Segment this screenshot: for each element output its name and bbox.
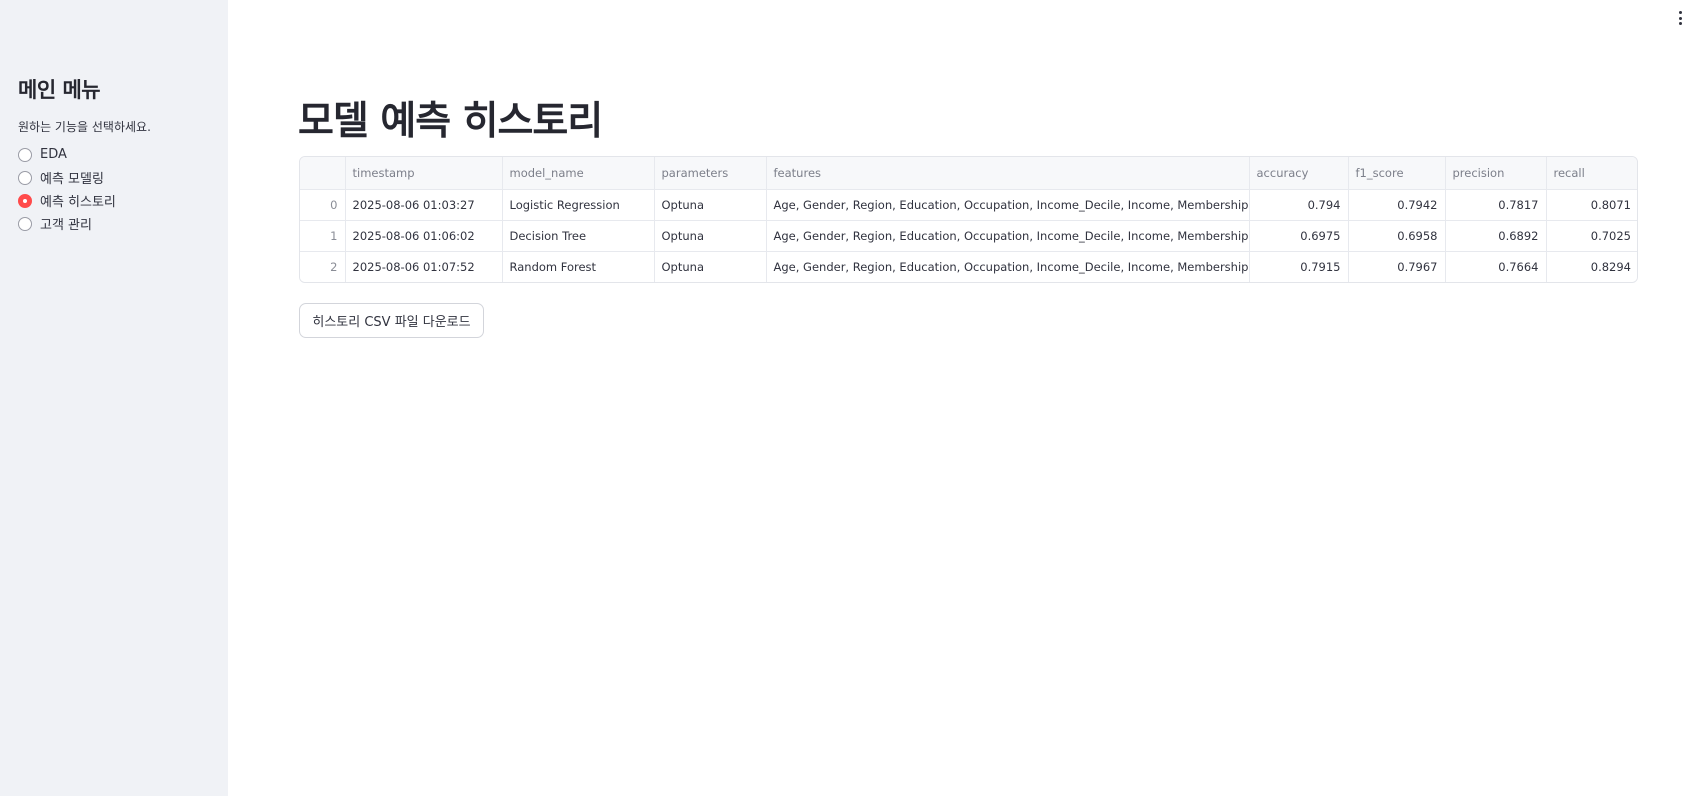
dot — [1678, 16, 1682, 20]
column-header-accuracy[interactable]: accuracy — [1249, 157, 1349, 190]
cell-timestamp[interactable]: 2025-08-06 01:06:02 — [345, 220, 503, 252]
row-index[interactable]: 2 — [300, 251, 346, 282]
cell-parameters[interactable]: Optuna — [654, 251, 767, 282]
dot — [1678, 22, 1682, 25]
table-row: 1 2025-08-06 01:06:02 Decision Tree Optu… — [300, 220, 1637, 252]
column-header-recall[interactable]: recall — [1546, 157, 1637, 190]
radio-label: 예측 히스토리 — [40, 195, 116, 210]
row-index[interactable]: 1 — [300, 220, 346, 252]
cell-timestamp[interactable]: 2025-08-06 01:07:52 — [345, 251, 503, 282]
radio-button[interactable] — [18, 216, 32, 231]
cell-recall[interactable]: 0.8071 — [1546, 189, 1637, 221]
cell-features[interactable]: Age, Gender, Region, Education, Occupati… — [766, 189, 1250, 221]
dot — [1678, 11, 1682, 14]
history-table: timestamp model_name parameters features… — [299, 156, 1638, 283]
radio-label: 고객 관리 — [40, 218, 92, 233]
column-header-f1-score[interactable]: f1_score — [1348, 157, 1446, 190]
download-csv-button[interactable]: 히스토리 CSV 파일 다운로드 — [299, 303, 484, 338]
cell-model-name[interactable]: Random Forest — [502, 251, 655, 282]
cell-model-name[interactable]: Decision Tree — [502, 220, 655, 252]
column-header-index[interactable] — [300, 157, 346, 190]
cell-precision[interactable]: 0.7817 — [1445, 189, 1547, 221]
radio-option-modeling[interactable]: 예측 모델링 — [18, 166, 116, 189]
sidebar-title: 메인 메뉴 — [18, 78, 101, 102]
cell-parameters[interactable]: Optuna — [654, 189, 767, 221]
page-title: 모델 예측 히스토리 — [298, 99, 603, 144]
menu-radio-group: EDA 예측 모델링 예측 히스토리 고객 관리 — [18, 143, 116, 235]
cell-timestamp[interactable]: 2025-08-06 01:03:27 — [345, 189, 503, 221]
column-header-parameters[interactable]: parameters — [654, 157, 767, 190]
cell-features[interactable]: Age, Gender, Region, Education, Occupati… — [766, 220, 1250, 252]
radio-option-history[interactable]: 예측 히스토리 — [18, 189, 116, 212]
sidebar-prompt: 원하는 기능을 선택하세요. — [18, 120, 151, 134]
cell-f1-score[interactable]: 0.7942 — [1348, 189, 1446, 221]
column-header-timestamp[interactable]: timestamp — [345, 157, 503, 190]
cell-precision[interactable]: 0.7664 — [1445, 251, 1547, 282]
cell-parameters[interactable]: Optuna — [654, 220, 767, 252]
column-header-features[interactable]: features — [766, 157, 1250, 190]
cell-f1-score[interactable]: 0.6958 — [1348, 220, 1446, 252]
radio-button[interactable] — [18, 170, 32, 185]
radio-button[interactable] — [18, 147, 32, 162]
cell-accuracy[interactable]: 0.7915 — [1249, 251, 1349, 282]
table-header-row: timestamp model_name parameters features… — [300, 157, 1637, 190]
row-index[interactable]: 0 — [300, 189, 346, 221]
cell-recall[interactable]: 0.7025 — [1546, 220, 1637, 252]
column-header-precision[interactable]: precision — [1445, 157, 1547, 190]
cell-model-name[interactable]: Logistic Regression — [502, 189, 655, 221]
cell-f1-score[interactable]: 0.7967 — [1348, 251, 1446, 282]
cell-accuracy[interactable]: 0.6975 — [1249, 220, 1349, 252]
table-row: 0 2025-08-06 01:03:27 Logistic Regressio… — [300, 189, 1637, 221]
sidebar: 메인 메뉴 원하는 기능을 선택하세요. EDA 예측 모델링 예측 히스토리 … — [0, 0, 228, 796]
cell-accuracy[interactable]: 0.794 — [1249, 189, 1349, 221]
radio-button-selected[interactable] — [18, 193, 32, 208]
column-header-model-name[interactable]: model_name — [502, 157, 655, 190]
table-row: 2 2025-08-06 01:07:52 Random Forest Optu… — [300, 251, 1637, 282]
radio-option-customers[interactable]: 고객 관리 — [18, 212, 116, 235]
cell-features[interactable]: Age, Gender, Region, Education, Occupati… — [766, 251, 1250, 282]
radio-option-eda[interactable]: EDA — [18, 143, 116, 166]
cell-precision[interactable]: 0.6892 — [1445, 220, 1547, 252]
radio-label: 예측 모델링 — [40, 172, 104, 187]
more-vert-icon[interactable] — [1674, 10, 1686, 26]
radio-label: EDA — [40, 147, 67, 162]
cell-recall[interactable]: 0.8294 — [1546, 251, 1637, 282]
